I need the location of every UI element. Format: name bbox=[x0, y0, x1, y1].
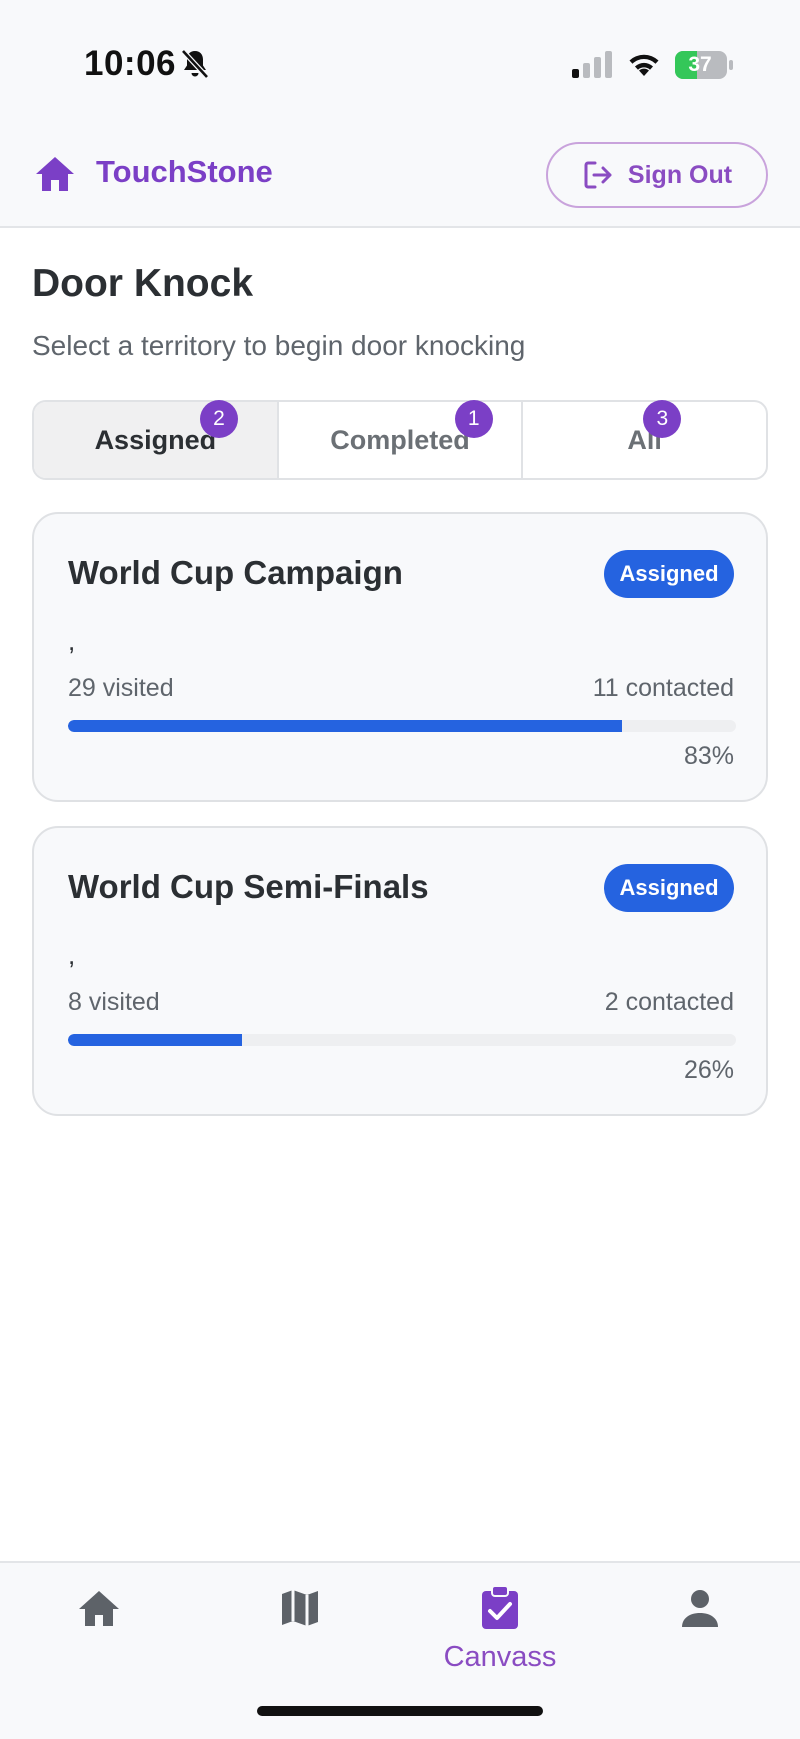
progress-bar bbox=[68, 720, 736, 732]
progress-bar bbox=[68, 1034, 736, 1046]
sign-out-icon bbox=[584, 161, 612, 189]
tab-count-badge: 3 bbox=[643, 400, 682, 438]
page-title: Door Knock bbox=[32, 262, 254, 305]
territory-card[interactable]: World Cup Semi-Finals Assigned , 8 visit… bbox=[32, 826, 768, 1116]
territory-address: , bbox=[68, 940, 76, 970]
tab-assigned[interactable]: Assigned 2 bbox=[34, 400, 279, 478]
tab-label: Completed bbox=[330, 424, 470, 455]
visited-count: 29 visited bbox=[68, 674, 174, 702]
nav-item-canvass[interactable]: Canvass bbox=[420, 1575, 580, 1685]
brand-name[interactable]: TouchStone bbox=[96, 154, 273, 190]
home-indicator[interactable] bbox=[257, 1706, 543, 1716]
status-badge: Assigned bbox=[604, 864, 734, 912]
territory-name: World Cup Semi-Finals bbox=[68, 868, 429, 905]
tab-label: Assigned bbox=[94, 424, 217, 455]
bell-muted-icon bbox=[181, 49, 209, 79]
status-badge: Assigned bbox=[604, 550, 734, 598]
cellular-signal-icon bbox=[572, 51, 612, 78]
progress-percent: 26% bbox=[683, 1056, 734, 1084]
territory-card[interactable]: World Cup Campaign Assigned , 29 visited… bbox=[32, 512, 768, 802]
nav-item-home[interactable] bbox=[19, 1575, 179, 1685]
progress-percent: 83% bbox=[683, 742, 734, 770]
sign-out-label: Sign Out bbox=[627, 160, 733, 189]
wifi-icon bbox=[629, 54, 659, 76]
status-bar: 10:06 37 bbox=[0, 0, 800, 130]
nav-label: Canvass bbox=[443, 1641, 557, 1673]
visited-count: 8 visited bbox=[68, 988, 160, 1016]
home-icon bbox=[79, 1591, 119, 1626]
progress-fill bbox=[68, 1034, 242, 1046]
territory-name: World Cup Campaign bbox=[68, 554, 403, 591]
tab-all[interactable]: All 3 bbox=[523, 400, 766, 478]
status-time: 10:06 bbox=[84, 44, 177, 83]
tab-count-badge: 2 bbox=[200, 400, 238, 438]
progress-fill bbox=[68, 720, 623, 732]
contacted-count: 11 contacted bbox=[592, 674, 734, 702]
territory-filter-tabs: Assigned 2 Completed 1 All 3 bbox=[32, 400, 768, 480]
clipboard-check-icon bbox=[482, 1585, 518, 1629]
nav-item-map[interactable] bbox=[220, 1575, 380, 1685]
battery-level: 37 bbox=[688, 53, 712, 76]
contacted-count: 2 contacted bbox=[604, 988, 734, 1016]
nav-item-profile[interactable] bbox=[620, 1575, 780, 1685]
person-icon bbox=[682, 1590, 718, 1627]
tab-count-badge: 1 bbox=[454, 400, 493, 438]
sign-out-button[interactable]: Sign Out bbox=[546, 142, 768, 208]
territory-address: , bbox=[68, 626, 76, 656]
tab-completed[interactable]: Completed 1 bbox=[279, 400, 524, 478]
map-icon bbox=[282, 1590, 318, 1626]
app-header: TouchStone Sign Out bbox=[0, 130, 800, 228]
page-subtitle: Select a territory to begin door knockin… bbox=[32, 330, 526, 361]
home-icon[interactable] bbox=[34, 154, 76, 194]
